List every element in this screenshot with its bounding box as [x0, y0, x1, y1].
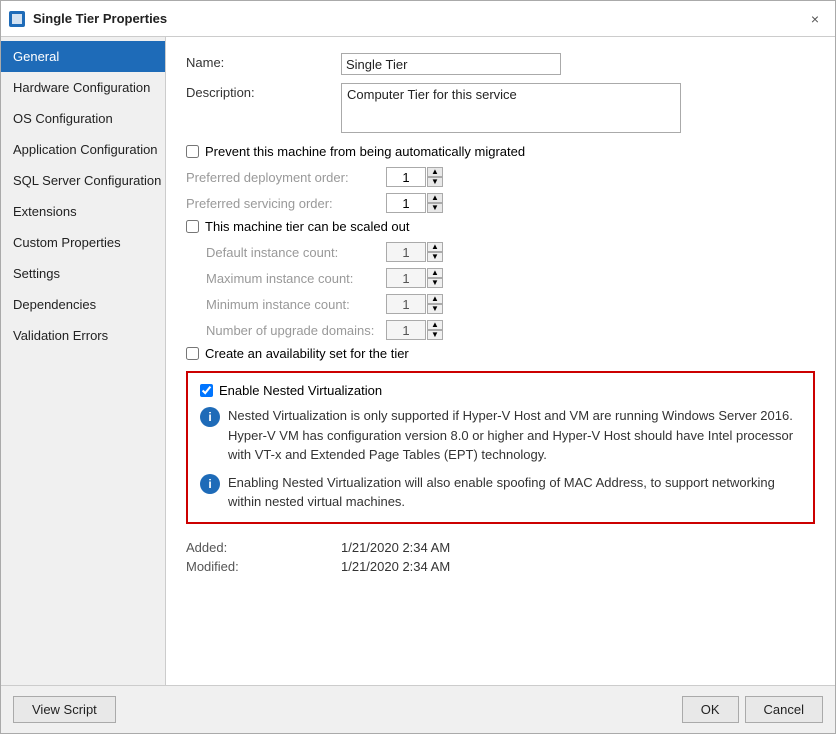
availability-set-row: Create an availability set for the tier: [186, 346, 815, 361]
min-instance-up[interactable]: ▲: [427, 294, 443, 304]
dialog-body: General Hardware Configuration OS Config…: [1, 37, 835, 685]
min-instance-input[interactable]: [386, 294, 426, 314]
prevent-migration-row: Prevent this machine from being automati…: [186, 144, 815, 159]
upgrade-domains-up[interactable]: ▲: [427, 320, 443, 330]
cancel-button[interactable]: Cancel: [745, 696, 823, 723]
preferred-servicing-label: Preferred servicing order:: [186, 196, 386, 211]
name-value: [341, 53, 815, 75]
info-text-2: Enabling Nested Virtualization will also…: [228, 473, 801, 512]
default-instance-label: Default instance count:: [186, 245, 386, 260]
scale-out-row: This machine tier can be scaled out: [186, 219, 815, 234]
name-input[interactable]: [341, 53, 561, 75]
sidebar-item-settings[interactable]: Settings: [1, 258, 165, 289]
max-instance-row: Maximum instance count: ▲ ▼: [186, 268, 815, 288]
info-row-1: i Nested Virtualization is only supporte…: [200, 406, 801, 465]
preferred-servicing-row: Preferred servicing order: ▲ ▼: [186, 193, 815, 213]
desc-value: Computer Tier for this service: [341, 83, 815, 136]
max-instance-down[interactable]: ▼: [427, 278, 443, 288]
max-instance-up[interactable]: ▲: [427, 268, 443, 278]
added-value: 1/21/2020 2:34 AM: [341, 540, 450, 555]
availability-set-label[interactable]: Create an availability set for the tier: [205, 346, 409, 361]
preferred-servicing-down[interactable]: ▼: [427, 203, 443, 213]
modified-row: Modified: 1/21/2020 2:34 AM: [186, 559, 815, 574]
title-bar: Single Tier Properties ×: [1, 1, 835, 37]
nested-virt-checkbox[interactable]: [200, 384, 213, 397]
availability-set-checkbox[interactable]: [186, 347, 199, 360]
sidebar-item-validation[interactable]: Validation Errors: [1, 320, 165, 351]
nested-virt-row: Enable Nested Virtualization: [200, 383, 801, 398]
modified-label: Modified:: [186, 559, 341, 574]
modified-value: 1/21/2020 2:34 AM: [341, 559, 450, 574]
sidebar-item-general[interactable]: General: [1, 41, 165, 72]
upgrade-domains-input[interactable]: [386, 320, 426, 340]
preferred-deployment-row: Preferred deployment order: ▲ ▼: [186, 167, 815, 187]
name-row: Name:: [186, 53, 815, 75]
scale-out-checkbox[interactable]: [186, 220, 199, 233]
default-instance-down[interactable]: ▼: [427, 252, 443, 262]
preferred-servicing-up[interactable]: ▲: [427, 193, 443, 203]
min-instance-label: Minimum instance count:: [186, 297, 386, 312]
info-icon-2: i: [200, 474, 220, 494]
dialog-icon: [9, 11, 25, 27]
preferred-servicing-spinner: ▲ ▼: [427, 193, 443, 213]
upgrade-domains-spinner: ▲ ▼: [427, 320, 443, 340]
desc-textarea[interactable]: Computer Tier for this service: [341, 83, 681, 133]
info-row-2: i Enabling Nested Virtualization will al…: [200, 473, 801, 512]
meta-section: Added: 1/21/2020 2:34 AM Modified: 1/21/…: [186, 540, 815, 574]
max-instance-input[interactable]: [386, 268, 426, 288]
desc-row: Description: Computer Tier for this serv…: [186, 83, 815, 136]
ok-button[interactable]: OK: [682, 696, 739, 723]
preferred-deployment-input[interactable]: [386, 167, 426, 187]
prevent-migration-label[interactable]: Prevent this machine from being automati…: [205, 144, 525, 159]
min-instance-spinner: ▲ ▼: [427, 294, 443, 314]
max-instance-spinner: ▲ ▼: [427, 268, 443, 288]
min-instance-down[interactable]: ▼: [427, 304, 443, 314]
default-instance-spinner: ▲ ▼: [427, 242, 443, 262]
sidebar-item-os[interactable]: OS Configuration: [1, 103, 165, 134]
preferred-servicing-input[interactable]: [386, 193, 426, 213]
info-text-1: Nested Virtualization is only supported …: [228, 406, 801, 465]
sidebar-item-dependencies[interactable]: Dependencies: [1, 289, 165, 320]
sidebar-item-app[interactable]: Application Configuration: [1, 134, 165, 165]
upgrade-domains-down[interactable]: ▼: [427, 330, 443, 340]
min-instance-row: Minimum instance count: ▲ ▼: [186, 294, 815, 314]
name-label: Name:: [186, 53, 341, 70]
dialog-title: Single Tier Properties: [33, 11, 803, 26]
added-row: Added: 1/21/2020 2:34 AM: [186, 540, 815, 555]
dialog: Single Tier Properties × General Hardwar…: [0, 0, 836, 734]
sidebar: General Hardware Configuration OS Config…: [1, 37, 166, 685]
scale-out-label[interactable]: This machine tier can be scaled out: [205, 219, 410, 234]
default-instance-row: Default instance count: ▲ ▼: [186, 242, 815, 262]
preferred-deployment-up[interactable]: ▲: [427, 167, 443, 177]
nested-virt-label[interactable]: Enable Nested Virtualization: [219, 383, 382, 398]
nested-virt-box: Enable Nested Virtualization i Nested Vi…: [186, 371, 815, 524]
max-instance-label: Maximum instance count:: [186, 271, 386, 286]
view-script-button[interactable]: View Script: [13, 696, 116, 723]
preferred-deployment-label: Preferred deployment order:: [186, 170, 386, 185]
dialog-footer: View Script OK Cancel: [1, 685, 835, 733]
added-label: Added:: [186, 540, 341, 555]
upgrade-domains-row: Number of upgrade domains: ▲ ▼: [186, 320, 815, 340]
info-icon-1: i: [200, 407, 220, 427]
default-instance-input[interactable]: [386, 242, 426, 262]
close-button[interactable]: ×: [803, 7, 827, 31]
upgrade-domains-label: Number of upgrade domains:: [186, 323, 386, 338]
sidebar-item-hardware[interactable]: Hardware Configuration: [1, 72, 165, 103]
sidebar-item-sql[interactable]: SQL Server Configuration: [1, 165, 165, 196]
preferred-deployment-down[interactable]: ▼: [427, 177, 443, 187]
sidebar-item-extensions[interactable]: Extensions: [1, 196, 165, 227]
desc-label: Description:: [186, 83, 341, 100]
sidebar-item-custom[interactable]: Custom Properties: [1, 227, 165, 258]
main-content: Name: Description: Computer Tier for thi…: [166, 37, 835, 685]
preferred-deployment-spinner: ▲ ▼: [427, 167, 443, 187]
default-instance-up[interactable]: ▲: [427, 242, 443, 252]
prevent-migration-checkbox[interactable]: [186, 145, 199, 158]
